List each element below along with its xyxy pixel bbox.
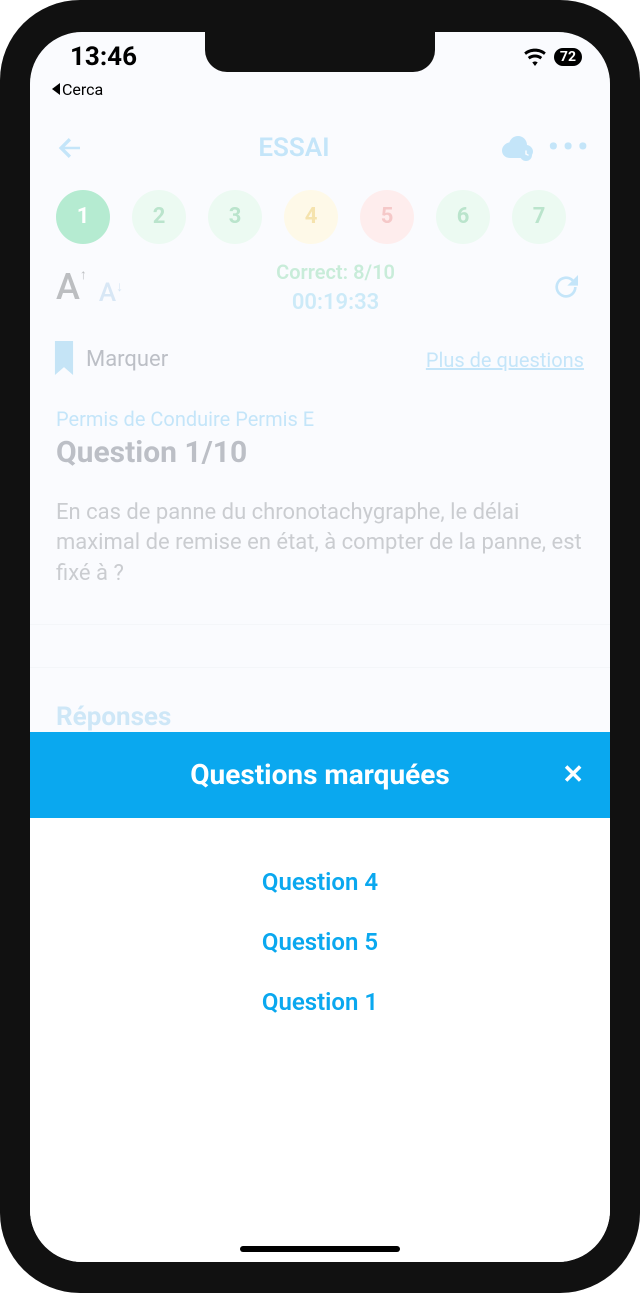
- close-button[interactable]: ✕: [562, 760, 584, 790]
- battery-level: 72: [560, 49, 576, 65]
- sheet-body: Question 4 Question 5 Question 1: [30, 818, 610, 1066]
- sheet-title: Questions marquées: [190, 758, 450, 791]
- close-icon: ✕: [562, 760, 584, 790]
- marked-question-link[interactable]: Question 5: [262, 928, 378, 956]
- marked-question-link[interactable]: Question 1: [262, 988, 378, 1016]
- marked-questions-sheet: Questions marquées ✕ Question 4Question …: [30, 732, 610, 1262]
- device-bezel: 13:46 72 Cerca ESSAI: [0, 0, 640, 1293]
- clock: 13:46: [70, 42, 137, 72]
- back-caret-icon: [52, 83, 60, 95]
- wifi-icon: [524, 48, 546, 66]
- home-indicator[interactable]: [240, 1246, 400, 1252]
- back-to-app[interactable]: Cerca: [52, 80, 103, 99]
- battery-indicator: 72: [554, 48, 582, 66]
- marked-question-link[interactable]: Question 4: [262, 868, 378, 896]
- back-app-label: Cerca: [62, 80, 103, 99]
- screen: 13:46 72 Cerca ESSAI: [30, 32, 610, 1262]
- sheet-header: Questions marquées ✕: [30, 732, 610, 818]
- notch: [205, 32, 435, 72]
